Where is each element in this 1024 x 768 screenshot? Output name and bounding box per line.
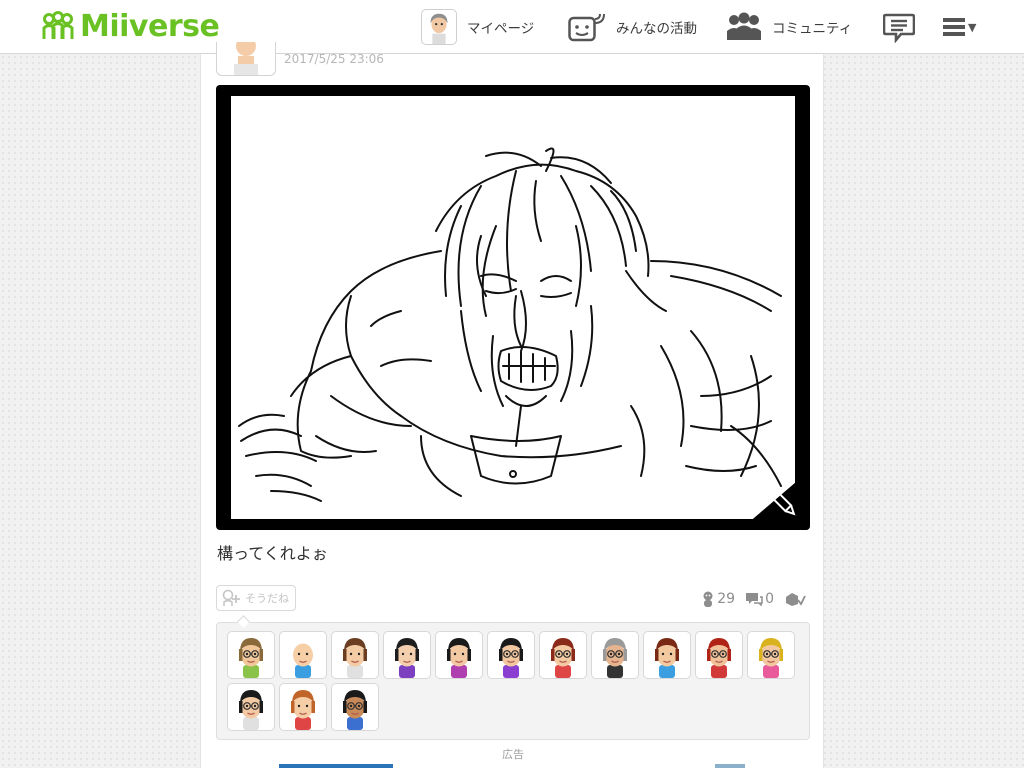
yeah-count[interactable]: 29: [701, 591, 735, 607]
comment-count[interactable]: 0: [745, 591, 774, 607]
ad-label: 広告: [502, 748, 524, 761]
my-page-avatar-icon: [421, 9, 457, 45]
nav-my-page[interactable]: マイページ: [421, 0, 534, 54]
yeah-users-panel: [216, 622, 810, 740]
post-timestamp: 2017/5/25 23:06: [284, 52, 384, 66]
post-screenshot[interactable]: [216, 85, 810, 530]
yeah-user-avatar[interactable]: [227, 631, 275, 679]
logo-text: Miiverse: [80, 9, 220, 44]
comment-count-value: 0: [765, 591, 774, 607]
messages-icon: [883, 13, 915, 43]
yeah-user-avatar[interactable]: [331, 683, 379, 731]
miiverse-logo-icon: [42, 11, 74, 39]
yeah-button-label: そうだね: [245, 592, 289, 605]
yeah-user-avatar[interactable]: [435, 631, 483, 679]
post-author-avatar[interactable]: [216, 42, 276, 76]
yeah-user-avatar[interactable]: [643, 631, 691, 679]
hamburger-menu-icon: [943, 18, 965, 36]
messages-button[interactable]: [883, 0, 915, 54]
yeah-user-avatar[interactable]: [331, 631, 379, 679]
yeah-user-avatar[interactable]: [591, 631, 639, 679]
yeah-user-avatar[interactable]: [383, 631, 431, 679]
spoiler-indicator: [784, 591, 808, 607]
yeah-button[interactable]: そうだね: [216, 585, 296, 611]
global-header: Miiverse マイページ みんなの活動 コミュニティ ▼: [0, 0, 1024, 54]
yeah-user-avatar[interactable]: [487, 631, 535, 679]
post-card: 2017/5/25 23:06 構ってくれよぉ そうだね 29 0 広告: [200, 42, 824, 768]
yeah-user-avatar[interactable]: [227, 683, 275, 731]
post-body-text: 構ってくれよぉ: [217, 544, 328, 563]
yeah-plus-icon: [222, 589, 240, 606]
main-menu-button[interactable]: ▼: [943, 0, 976, 54]
miiverse-logo[interactable]: Miiverse: [40, 9, 220, 44]
yeah-count-value: 29: [717, 591, 736, 607]
ad-banner[interactable]: [279, 764, 393, 768]
activity-feed-icon: [568, 13, 605, 42]
nav-my-page-label: マイページ: [467, 21, 535, 37]
nav-activity-feed[interactable]: みんなの活動: [568, 0, 697, 54]
chevron-down-icon: ▼: [968, 20, 977, 34]
yeah-user-avatar[interactable]: [747, 631, 795, 679]
yeah-count-icon: [703, 591, 713, 607]
yeah-user-avatar[interactable]: [539, 631, 587, 679]
handwritten-drawing: [231, 96, 795, 519]
yeah-users-grid: [227, 631, 803, 731]
nav-community[interactable]: コミュニティ: [726, 0, 852, 54]
comment-bubble-icon: [746, 593, 763, 606]
nav-community-label: コミュニティ: [772, 21, 853, 37]
post-stats: 29 0: [691, 591, 808, 607]
nav-activity-feed-label: みんなの活動: [616, 21, 697, 37]
yeah-user-avatar[interactable]: [279, 631, 327, 679]
yeah-user-avatar[interactable]: [695, 631, 743, 679]
yeah-user-avatar[interactable]: [279, 683, 327, 731]
ad-banner-secondary[interactable]: [715, 764, 745, 768]
community-icon: [727, 12, 761, 40]
spoiler-check-icon: [786, 593, 806, 606]
handwritten-pencil-icon: [740, 470, 810, 530]
